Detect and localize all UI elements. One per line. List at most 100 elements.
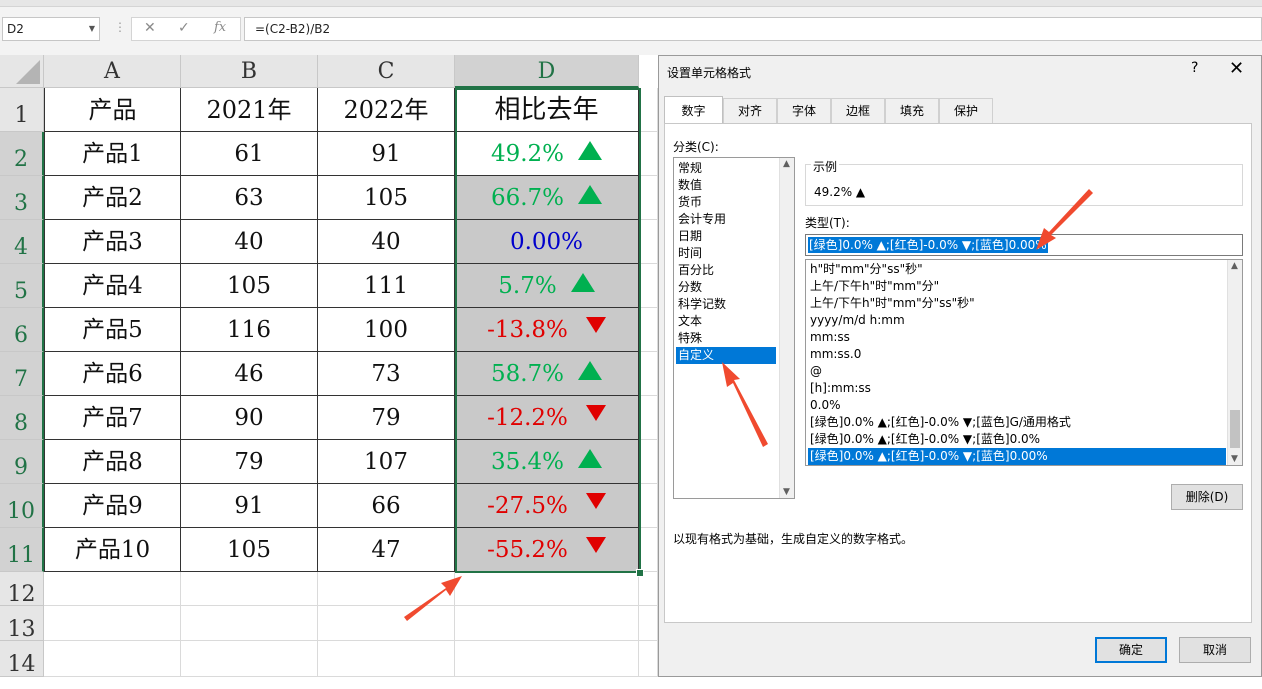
data-cell[interactable]: 79	[181, 440, 318, 484]
data-cell[interactable]: 91	[181, 484, 318, 528]
data-cell[interactable]: 107	[318, 440, 455, 484]
format-item[interactable]: [绿色]0.0% ▲;[红色]-0.0% ▼;[蓝色]G/通用格式	[808, 414, 1226, 431]
chevron-down-icon[interactable]: ▼	[89, 18, 95, 40]
empty-cell[interactable]	[639, 132, 658, 176]
category-item[interactable]: 自定义	[676, 347, 776, 364]
scroll-down-icon[interactable]: ▼	[783, 487, 790, 497]
category-scrollbar[interactable]: ▲ ▼	[779, 158, 794, 498]
category-list[interactable]: ▲ ▼ 常规 数值 货币 会计专用 日期 时间 百分比 分数 科学记数 文本 特殊 自定义	[673, 157, 795, 499]
empty-cell[interactable]	[44, 572, 181, 606]
format-item[interactable]: [绿色]0.0% ▲;[红色]-0.0% ▼;[蓝色]0.0%	[808, 431, 1226, 448]
data-cell[interactable]: 116	[181, 308, 318, 352]
help-icon[interactable]: ?	[1191, 60, 1198, 76]
category-item[interactable]: 特殊	[676, 330, 776, 347]
tab-4[interactable]: 填充	[885, 98, 939, 123]
data-cell[interactable]: 90	[181, 396, 318, 440]
change-cell[interactable]: 35.4%	[455, 440, 639, 484]
empty-cell[interactable]	[639, 572, 658, 606]
row-header-14[interactable]: 14	[0, 641, 44, 677]
data-cell[interactable]: 66	[318, 484, 455, 528]
empty-cell[interactable]	[639, 264, 658, 308]
type-input[interactable]: [绿色]0.0% ▲;[红色]-0.0% ▼;[蓝色]0.00%	[805, 234, 1243, 256]
column-header-d[interactable]: D	[455, 55, 639, 88]
empty-cell[interactable]	[44, 606, 181, 641]
name-box[interactable]: D2 ▼	[2, 17, 100, 41]
empty-cell[interactable]	[455, 572, 639, 606]
change-cell[interactable]: 0.00%	[455, 220, 639, 264]
data-cell[interactable]: 40	[181, 220, 318, 264]
data-cell[interactable]: 91	[318, 132, 455, 176]
fill-handle[interactable]	[636, 569, 644, 577]
data-cell[interactable]: 产品4	[44, 264, 181, 308]
data-cell[interactable]: 79	[318, 396, 455, 440]
data-cell[interactable]: 61	[181, 132, 318, 176]
data-cell[interactable]: 产品10	[44, 528, 181, 572]
row-header-6[interactable]: 6	[0, 308, 44, 352]
row-header-8[interactable]: 8	[0, 396, 44, 440]
row-header-12[interactable]: 12	[0, 572, 44, 607]
category-item[interactable]: 分数	[676, 279, 776, 296]
header-cell-c[interactable]: 2022年	[318, 88, 455, 132]
empty-cell[interactable]	[318, 641, 455, 677]
format-item[interactable]: yyyy/m/d h:mm	[808, 312, 1226, 329]
empty-cell[interactable]	[639, 528, 658, 572]
column-header-c[interactable]: C	[318, 55, 455, 88]
empty-cell[interactable]	[639, 396, 658, 440]
data-cell[interactable]: 63	[181, 176, 318, 220]
category-item[interactable]: 日期	[676, 228, 776, 245]
row-header-7[interactable]: 7	[0, 352, 44, 396]
row-header-2[interactable]: 2	[0, 132, 44, 176]
format-list[interactable]: ▲ ▼ h"时"mm"分"ss"秒" 上午/下午h"时"mm"分" 上午/下午h"时…	[805, 259, 1243, 466]
format-item[interactable]: mm:ss.0	[808, 346, 1226, 363]
data-cell[interactable]: 47	[318, 528, 455, 572]
data-cell[interactable]: 产品1	[44, 132, 181, 176]
category-item[interactable]: 常规	[676, 160, 776, 177]
data-cell[interactable]: 46	[181, 352, 318, 396]
empty-cell[interactable]	[318, 572, 455, 606]
format-item[interactable]: 上午/下午h"时"mm"分"	[808, 278, 1226, 295]
change-cell[interactable]: 58.7%	[455, 352, 639, 396]
empty-cell[interactable]	[455, 606, 639, 641]
row-header-9[interactable]: 9	[0, 440, 44, 484]
category-item[interactable]: 会计专用	[676, 211, 776, 228]
data-cell[interactable]: 40	[318, 220, 455, 264]
header-cell-b[interactable]: 2021年	[181, 88, 318, 132]
drag-handle-icon[interactable]: ⋮	[114, 20, 126, 34]
change-cell[interactable]: -13.8%	[455, 308, 639, 352]
data-cell[interactable]: 产品8	[44, 440, 181, 484]
data-cell[interactable]: 105	[181, 528, 318, 572]
tab-0[interactable]: 数字	[664, 96, 723, 123]
tab-5[interactable]: 保护	[939, 98, 993, 123]
formula-input[interactable]: =(C2-B2)/B2	[244, 17, 1262, 41]
delete-button[interactable]: 删除(D)	[1171, 484, 1243, 510]
data-cell[interactable]: 产品3	[44, 220, 181, 264]
header-cell-a[interactable]: 产品	[44, 88, 181, 132]
category-item[interactable]: 数值	[676, 177, 776, 194]
category-item[interactable]: 科学记数	[676, 296, 776, 313]
scroll-up-icon[interactable]: ▲	[1231, 261, 1238, 271]
data-cell[interactable]: 105	[181, 264, 318, 308]
format-item[interactable]: [h]:mm:ss	[808, 380, 1226, 397]
row-header-13[interactable]: 13	[0, 606, 44, 642]
empty-cell[interactable]	[639, 176, 658, 220]
scroll-up-icon[interactable]: ▲	[783, 159, 790, 169]
data-cell[interactable]: 105	[318, 176, 455, 220]
column-header-b[interactable]: B	[181, 55, 318, 88]
data-cell[interactable]: 产品6	[44, 352, 181, 396]
change-cell[interactable]: -55.2%	[455, 528, 639, 572]
data-cell[interactable]: 产品7	[44, 396, 181, 440]
data-cell[interactable]: 111	[318, 264, 455, 308]
select-all-corner[interactable]	[0, 55, 44, 88]
scroll-down-icon[interactable]: ▼	[1231, 454, 1238, 464]
data-cell[interactable]: 73	[318, 352, 455, 396]
category-item[interactable]: 时间	[676, 245, 776, 262]
fx-icon[interactable]: fx	[214, 20, 226, 35]
change-cell[interactable]: -27.5%	[455, 484, 639, 528]
data-cell[interactable]: 产品5	[44, 308, 181, 352]
category-item[interactable]: 货币	[676, 194, 776, 211]
row-header-10[interactable]: 10	[0, 484, 44, 528]
header-cell-d[interactable]: 相比去年	[455, 88, 639, 132]
data-cell[interactable]: 100	[318, 308, 455, 352]
tab-2[interactable]: 字体	[777, 98, 831, 123]
empty-cell[interactable]	[639, 308, 658, 352]
